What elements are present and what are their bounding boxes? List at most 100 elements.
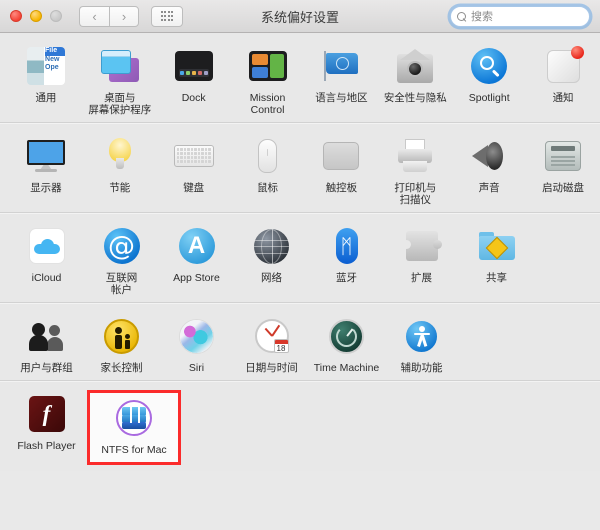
printers-scanners-icon: [393, 134, 437, 178]
pref-label: NTFS for Mac: [101, 444, 166, 456]
pref-item-internet-accounts[interactable]: @ 互联网 帐户: [84, 222, 159, 296]
prefs-row-4: 用户与群组 家长控制 Siri 18 日期与时间: [0, 303, 600, 381]
pref-item-displays[interactable]: 显示器: [9, 132, 83, 206]
prefs-row-5: f Flash Player NTFS for Mac: [0, 381, 600, 471]
show-all-button[interactable]: [151, 6, 183, 27]
energy-saver-icon: [98, 134, 142, 178]
pref-label: 通知: [553, 92, 574, 104]
pref-item-keyboard[interactable]: 键盘: [157, 132, 231, 206]
pref-item-accessibility[interactable]: 辅助功能: [384, 312, 459, 374]
pref-label: 扩展: [411, 272, 432, 284]
flash-glyph: f: [29, 396, 65, 432]
pref-label: 通用: [35, 92, 56, 104]
pref-item-dock[interactable]: Dock: [157, 42, 231, 116]
pref-item-siri[interactable]: Siri: [159, 312, 234, 374]
pref-item-users-groups[interactable]: 用户与群组: [9, 312, 84, 374]
pref-item-trackpad[interactable]: 触控板: [305, 132, 379, 206]
pref-item-language-region[interactable]: 语言与地区: [305, 42, 379, 116]
pref-label: 蓝牙: [336, 272, 357, 284]
language-region-icon: [319, 44, 363, 88]
spotlight-icon: [467, 44, 511, 88]
pref-item-startup-disk[interactable]: 启动磁盘: [526, 132, 600, 206]
pref-label: 节能: [109, 182, 130, 194]
minimize-button[interactable]: [30, 10, 42, 22]
icloud-icon: [25, 224, 69, 268]
pref-label: 鼠标: [257, 182, 278, 194]
keyboard-icon: [172, 134, 216, 178]
pref-label: 网络: [261, 272, 282, 284]
pref-label: App Store: [173, 272, 220, 284]
prefs-row-1: FileNewOpe 通用 桌面与 屏幕保护程序 Dock: [0, 33, 600, 123]
pref-label: 触控板: [326, 182, 358, 194]
pref-label: 显示器: [30, 182, 62, 194]
pref-label: 语言与地区: [315, 92, 368, 104]
pref-item-sharing[interactable]: 共享: [459, 222, 534, 296]
flash-player-icon: f: [25, 392, 69, 436]
pref-item-sound[interactable]: 声音: [452, 132, 526, 206]
pref-item-general[interactable]: FileNewOpe 通用: [9, 42, 83, 116]
calendar-day: 18: [277, 344, 286, 353]
app-store-icon: A: [175, 224, 219, 268]
dock-icon: [172, 44, 216, 88]
pref-item-security-privacy[interactable]: 安全性与隐私: [378, 42, 452, 116]
security-privacy-icon: [393, 44, 437, 88]
search-container[interactable]: 搜索: [450, 6, 590, 27]
pref-label: 启动磁盘: [542, 182, 584, 194]
pref-item-time-machine[interactable]: Time Machine: [309, 312, 384, 374]
search-input[interactable]: 搜索: [450, 6, 590, 27]
pref-item-date-time[interactable]: 18 日期与时间: [234, 312, 309, 374]
back-button[interactable]: ‹: [79, 6, 109, 27]
bluetooth-glyph: ᛗ: [336, 228, 358, 264]
pref-label: 键盘: [183, 182, 204, 194]
search-icon: [457, 12, 466, 21]
pref-item-spotlight[interactable]: Spotlight: [452, 42, 526, 116]
bluetooth-icon: ᛗ: [325, 224, 369, 268]
pref-label: 日期与时间: [245, 362, 298, 374]
at-glyph: @: [104, 228, 140, 264]
pref-item-ntfs-for-mac[interactable]: NTFS for Mac: [87, 390, 181, 465]
zoom-button: [50, 10, 62, 22]
pref-item-parental-controls[interactable]: 家长控制: [84, 312, 159, 374]
siri-icon: [175, 314, 219, 358]
pref-label: 安全性与隐私: [384, 92, 447, 104]
pref-item-desktop-screensaver[interactable]: 桌面与 屏幕保护程序: [83, 42, 157, 116]
parental-controls-icon: [100, 314, 144, 358]
pref-item-mouse[interactable]: 鼠标: [231, 132, 305, 206]
pref-item-app-store[interactable]: A App Store: [159, 222, 234, 296]
pref-label: 打印机与 扫描仪: [394, 182, 436, 206]
pref-label: Time Machine: [314, 362, 380, 374]
pref-label: 互联网 帐户: [106, 272, 138, 296]
pref-label: Mission Control: [250, 92, 286, 116]
internet-accounts-icon: @: [100, 224, 144, 268]
users-groups-icon: [25, 314, 69, 358]
pref-item-extensions[interactable]: 扩展: [384, 222, 459, 296]
general-icon: FileNewOpe: [24, 44, 68, 88]
pref-label: 家长控制: [101, 362, 143, 374]
pref-label: 辅助功能: [401, 362, 443, 374]
pref-item-notifications[interactable]: 通知: [526, 42, 600, 116]
time-machine-icon: [325, 314, 369, 358]
close-button[interactable]: [10, 10, 22, 22]
prefs-row-3: iCloud @ 互联网 帐户 A App Store: [0, 213, 600, 303]
preferences-grid: FileNewOpe 通用 桌面与 屏幕保护程序 Dock: [0, 33, 600, 471]
pref-item-icloud[interactable]: iCloud: [9, 222, 84, 296]
pref-item-mission-control[interactable]: Mission Control: [231, 42, 305, 116]
pref-label: iCloud: [32, 272, 62, 284]
extensions-icon: [400, 224, 444, 268]
network-icon: [250, 224, 294, 268]
navigation-buttons: ‹ ›: [79, 6, 139, 27]
prefs-row-2: 显示器 节能 键盘 鼠标: [0, 123, 600, 213]
pref-label: 桌面与 屏幕保护程序: [88, 92, 151, 116]
forward-button[interactable]: ›: [109, 6, 139, 27]
search-placeholder: 搜索: [471, 8, 493, 24]
pref-label: Siri: [189, 362, 204, 374]
pref-item-printers-scanners[interactable]: 打印机与 扫描仪: [378, 132, 452, 206]
pref-label: 用户与群组: [20, 362, 73, 374]
sharing-icon: [475, 224, 519, 268]
ntfs-for-mac-icon: [112, 396, 156, 440]
pref-item-bluetooth[interactable]: ᛗ 蓝牙: [309, 222, 384, 296]
pref-item-energy-saver[interactable]: 节能: [83, 132, 157, 206]
app-store-glyph: A: [179, 228, 215, 264]
pref-item-flash-player[interactable]: f Flash Player: [9, 390, 84, 465]
pref-item-network[interactable]: 网络: [234, 222, 309, 296]
